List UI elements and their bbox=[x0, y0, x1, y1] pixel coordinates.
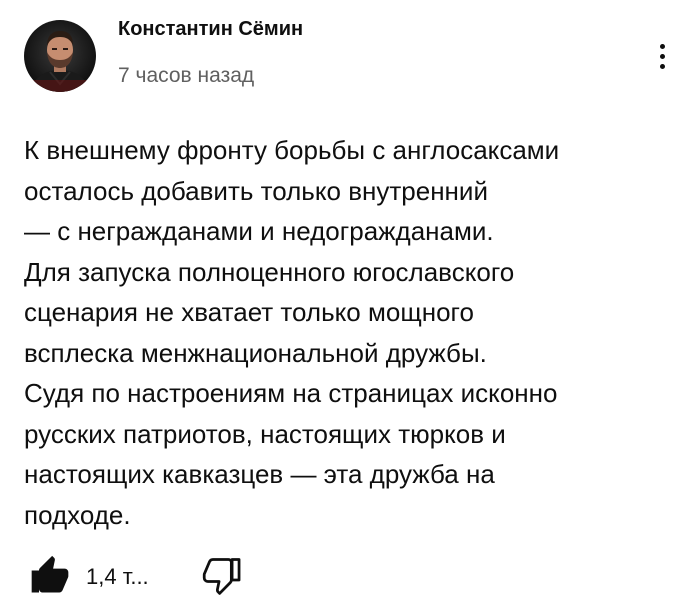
post-timestamp[interactable]: 7 часов назад bbox=[118, 64, 254, 88]
avatar-photo-icon bbox=[24, 20, 96, 92]
more-vert-icon-dot-2 bbox=[659, 53, 665, 59]
post-text-line: К внешнему фронту борьбы с англосаксами bbox=[24, 135, 560, 165]
post-text-line: настоящих кавказцев — эта дружба на bbox=[24, 459, 495, 489]
dislike-button[interactable] bbox=[200, 554, 244, 598]
community-post: Константин Сёмин 7 часов назад К внешнем… bbox=[0, 0, 700, 616]
thumbs-down-outline-icon bbox=[202, 558, 241, 595]
post-text-line: всплеска менжнациональной дружбы. bbox=[24, 337, 487, 368]
post-text-line: русских патриотов, настоящих тюрков и bbox=[24, 418, 506, 449]
post-text-line: подходе. bbox=[24, 499, 131, 530]
more-vert-icon bbox=[659, 43, 665, 49]
more-options-button[interactable] bbox=[650, 36, 674, 76]
post-text-line: осталось добавить только внутренний bbox=[24, 175, 488, 206]
post-text-line: сценария не хватает только мощного bbox=[24, 297, 474, 327]
thumbs-up-filled-icon bbox=[31, 555, 69, 593]
author-name[interactable]: Константин Сёмин bbox=[118, 18, 303, 41]
like-button[interactable] bbox=[28, 554, 72, 598]
post-text: К внешнему фронту борьбы с англосаксами … bbox=[24, 130, 684, 535]
post-text-line: Для запуска полноценного югославского bbox=[24, 256, 515, 287]
more-vert-icon-dot-3 bbox=[659, 63, 665, 69]
post-text-line: — с негражданами и недогражданами. bbox=[24, 216, 494, 246]
like-count: 1,4 т... bbox=[86, 564, 149, 589]
author-avatar[interactable] bbox=[24, 20, 96, 92]
post-text-line: Судя по настроениям на страницах исконно bbox=[24, 378, 558, 408]
